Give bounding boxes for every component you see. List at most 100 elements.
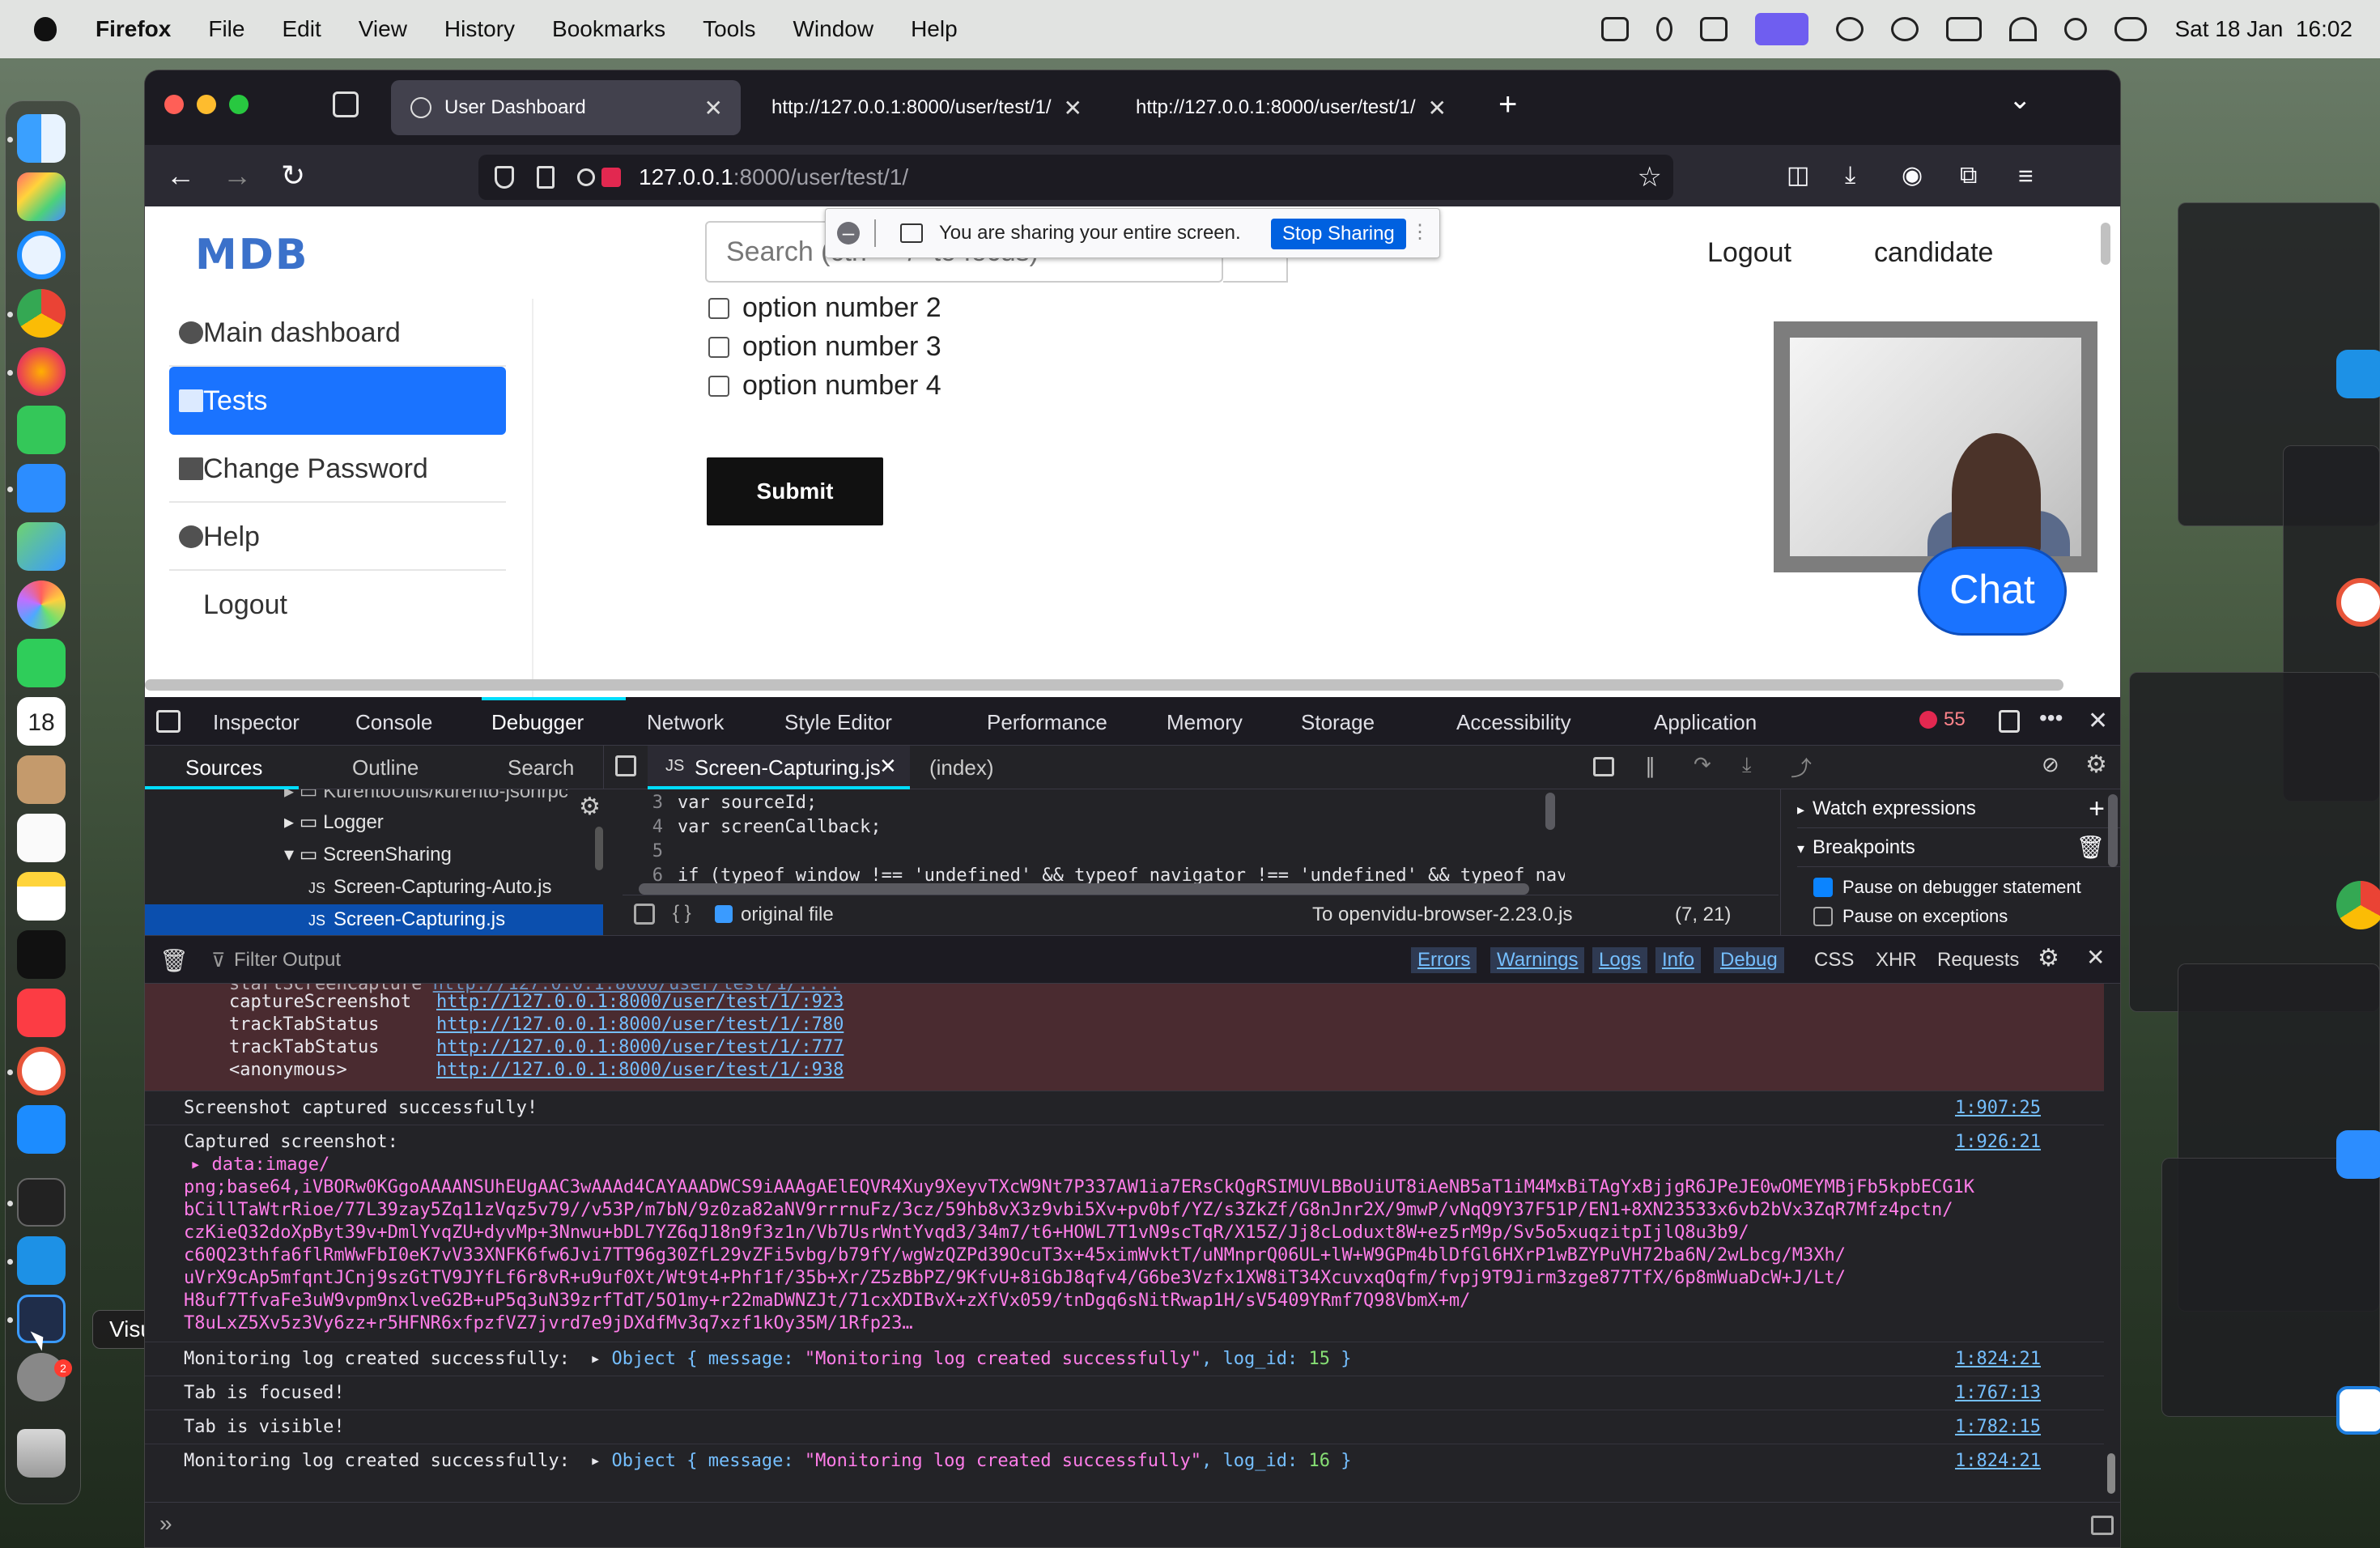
pause-on-debugger-option[interactable]: Pause on debugger statement <box>1813 877 2081 898</box>
console-scroll-thumb[interactable] <box>2107 1453 2115 1494</box>
new-tab-icon[interactable]: + <box>1498 87 1517 123</box>
option-4[interactable]: option number 4 <box>708 370 941 402</box>
option-checkbox[interactable] <box>708 375 729 397</box>
file-tab-index[interactable]: (index) <box>929 755 993 780</box>
tree-file-selected[interactable]: JS Screen-Capturing.js <box>145 904 603 935</box>
sidebar-item-change-password[interactable]: Change Password <box>169 435 506 503</box>
pocket-icon[interactable]: ◫ <box>1787 159 1809 192</box>
close-window-button[interactable] <box>164 95 184 114</box>
vertical-scrollbar[interactable] <box>2101 223 2110 265</box>
console-settings-icon[interactable]: ⚙ <box>2038 944 2059 972</box>
shield-icon[interactable] <box>495 166 514 189</box>
reload-icon[interactable]: ↻ <box>281 159 305 192</box>
add-watch-icon[interactable]: + <box>2089 789 2105 828</box>
contacts-icon[interactable] <box>17 755 66 804</box>
safari-icon[interactable] <box>17 231 66 279</box>
hamburger-menu-icon[interactable]: ≡ <box>2018 159 2034 192</box>
message-location[interactable]: 1:926:21 <box>1955 1132 2041 1152</box>
photos-icon[interactable] <box>17 580 66 629</box>
breakpoints-header[interactable]: ▾ Breakpoints 🗑 <box>1797 828 2120 867</box>
finder-icon[interactable] <box>17 114 66 163</box>
close-tab-icon[interactable]: ✕ <box>1064 95 1082 121</box>
pause-icon[interactable]: ∥ <box>1645 754 1655 779</box>
sidebar-item-help[interactable]: Help <box>169 503 506 571</box>
step-over-icon[interactable]: ↷ <box>1694 752 1711 777</box>
tab-accessibility[interactable]: Accessibility <box>1456 710 1571 735</box>
tab-test-page[interactable]: http://127.0.0.1:8000/user/test/1/ ✕ <box>752 80 1100 135</box>
subtab-outline[interactable]: Outline <box>352 755 419 780</box>
filter-logs[interactable]: Logs <box>1592 947 1648 973</box>
expand-data-uri[interactable]: ▸ data:image/ <box>190 1155 329 1175</box>
tree-settings-icon[interactable]: ⚙ <box>579 793 601 821</box>
url-bar[interactable]: 127.0.0.1:8000/user/test/1/ ☆ <box>478 155 1673 200</box>
filter-errors[interactable]: Errors <box>1411 947 1477 973</box>
close-tab-icon[interactable]: ✕ <box>1428 95 1447 121</box>
code-vscrollbar[interactable] <box>1545 793 1555 830</box>
message-location[interactable]: 1:907:25 <box>1955 1098 2041 1118</box>
permissions-icon[interactable] <box>577 168 595 186</box>
docker-icon[interactable] <box>2336 350 2380 398</box>
menu-edit[interactable]: Edit <box>282 16 321 42</box>
vscode-icon[interactable] <box>2336 1386 2380 1435</box>
upload-status-icon[interactable] <box>1601 17 1630 41</box>
minimize-sharing-icon[interactable]: – <box>837 222 860 245</box>
submit-button[interactable]: Submit <box>707 457 883 525</box>
list-tabs-chevron-icon[interactable]: ⌄ <box>2008 83 2032 116</box>
error-count[interactable]: 55 <box>1919 708 1966 731</box>
stack-link[interactable]: http://127.0.0.1:8000/user/test/1/:923 <box>436 992 844 1012</box>
tab-inspector[interactable]: Inspector <box>213 710 300 735</box>
message-location[interactable]: 1:824:21 <box>1955 1349 2041 1369</box>
tab-user-dashboard[interactable]: User Dashboard ✕ <box>391 80 741 135</box>
stop-sharing-button[interactable]: Stop Sharing <box>1271 219 1406 249</box>
tab-network[interactable]: Network <box>647 710 724 735</box>
notes-icon[interactable] <box>17 872 66 921</box>
maps-icon[interactable] <box>17 522 66 571</box>
tab-application[interactable]: Application <box>1654 710 1757 735</box>
subtab-sources[interactable]: Sources <box>185 755 262 780</box>
subtab-search[interactable]: Search <box>508 755 574 780</box>
menu-help[interactable]: Help <box>911 16 958 42</box>
step-in-icon[interactable]: ⤓ <box>1742 752 1752 778</box>
tree-folder[interactable]: ▸ ▭ KurentoUtils/kurento-jsonrpc <box>284 789 568 807</box>
menu-tools[interactable]: Tools <box>703 16 755 42</box>
message-location[interactable]: 1:782:15 <box>1955 1417 2041 1437</box>
menu-history[interactable]: History <box>444 16 515 42</box>
watch-expressions-header[interactable]: ▸ Watch expressions + <box>1797 789 2120 828</box>
launchpad-icon[interactable] <box>17 172 66 221</box>
sharing-indicator-icon[interactable] <box>601 168 621 187</box>
filter-requests[interactable]: Requests <box>1931 947 2025 973</box>
chat-button[interactable]: Chat <box>1918 546 2067 636</box>
podcast-app-icon[interactable] <box>17 1047 66 1095</box>
minimize-window-button[interactable] <box>197 95 216 114</box>
account-icon[interactable]: ◉ <box>1902 159 1923 192</box>
object-preview[interactable]: ▸ Object { message: "Monitoring log crea… <box>590 1349 1351 1369</box>
console-input[interactable]: » <box>145 1502 2120 1547</box>
message-location[interactable]: 1:824:21 <box>1955 1451 2041 1471</box>
tab-storage[interactable]: Storage <box>1301 710 1375 735</box>
code-hscrollbar[interactable] <box>639 883 1529 895</box>
tree-scrollbar[interactable] <box>595 827 603 870</box>
deactivate-breakpoints-icon[interactable]: ⊘ <box>2042 752 2059 777</box>
stack-link[interactable]: http://127.0.0.1:8000/user/test/1/:780 <box>436 1014 844 1035</box>
logout-link[interactable]: Logout <box>1707 237 1791 269</box>
mapped-source-link[interactable]: To openvidu-browser-2.23.0.js <box>1312 904 1573 926</box>
stack-link[interactable]: http://127.0.0.1:8000/user/test/1/:777 <box>436 1037 844 1057</box>
bookmark-star-icon[interactable]: ☆ <box>1638 161 1662 194</box>
checkbox-checked[interactable] <box>1813 878 1833 897</box>
chrome-icon[interactable] <box>2336 881 2380 929</box>
filter-debug[interactable]: Debug <box>1714 947 1784 973</box>
dock-side-icon[interactable] <box>1999 710 2020 733</box>
reminders-icon[interactable] <box>17 814 66 862</box>
tab-performance[interactable]: Performance <box>987 710 1107 735</box>
chrome-icon[interactable] <box>17 289 66 338</box>
tree-folder-screensharing[interactable]: ▾ ▭ ScreenSharing <box>284 840 452 870</box>
apple-icon[interactable] <box>34 17 57 41</box>
code-editor[interactable]: 3 var sourceId; 4 var screenCallback; 5 … <box>623 789 1565 895</box>
wifi-icon[interactable] <box>2009 17 2038 41</box>
message-location[interactable]: 1:767:13 <box>1955 1383 2041 1403</box>
menu-view[interactable]: View <box>359 16 407 42</box>
firefox-icon[interactable] <box>17 347 66 396</box>
screen-share-icon[interactable] <box>1755 13 1809 45</box>
menu-clock[interactable]: Sat 18 Jan 16:02 <box>2174 16 2352 42</box>
editor-mode-icon[interactable] <box>2091 1516 2114 1535</box>
